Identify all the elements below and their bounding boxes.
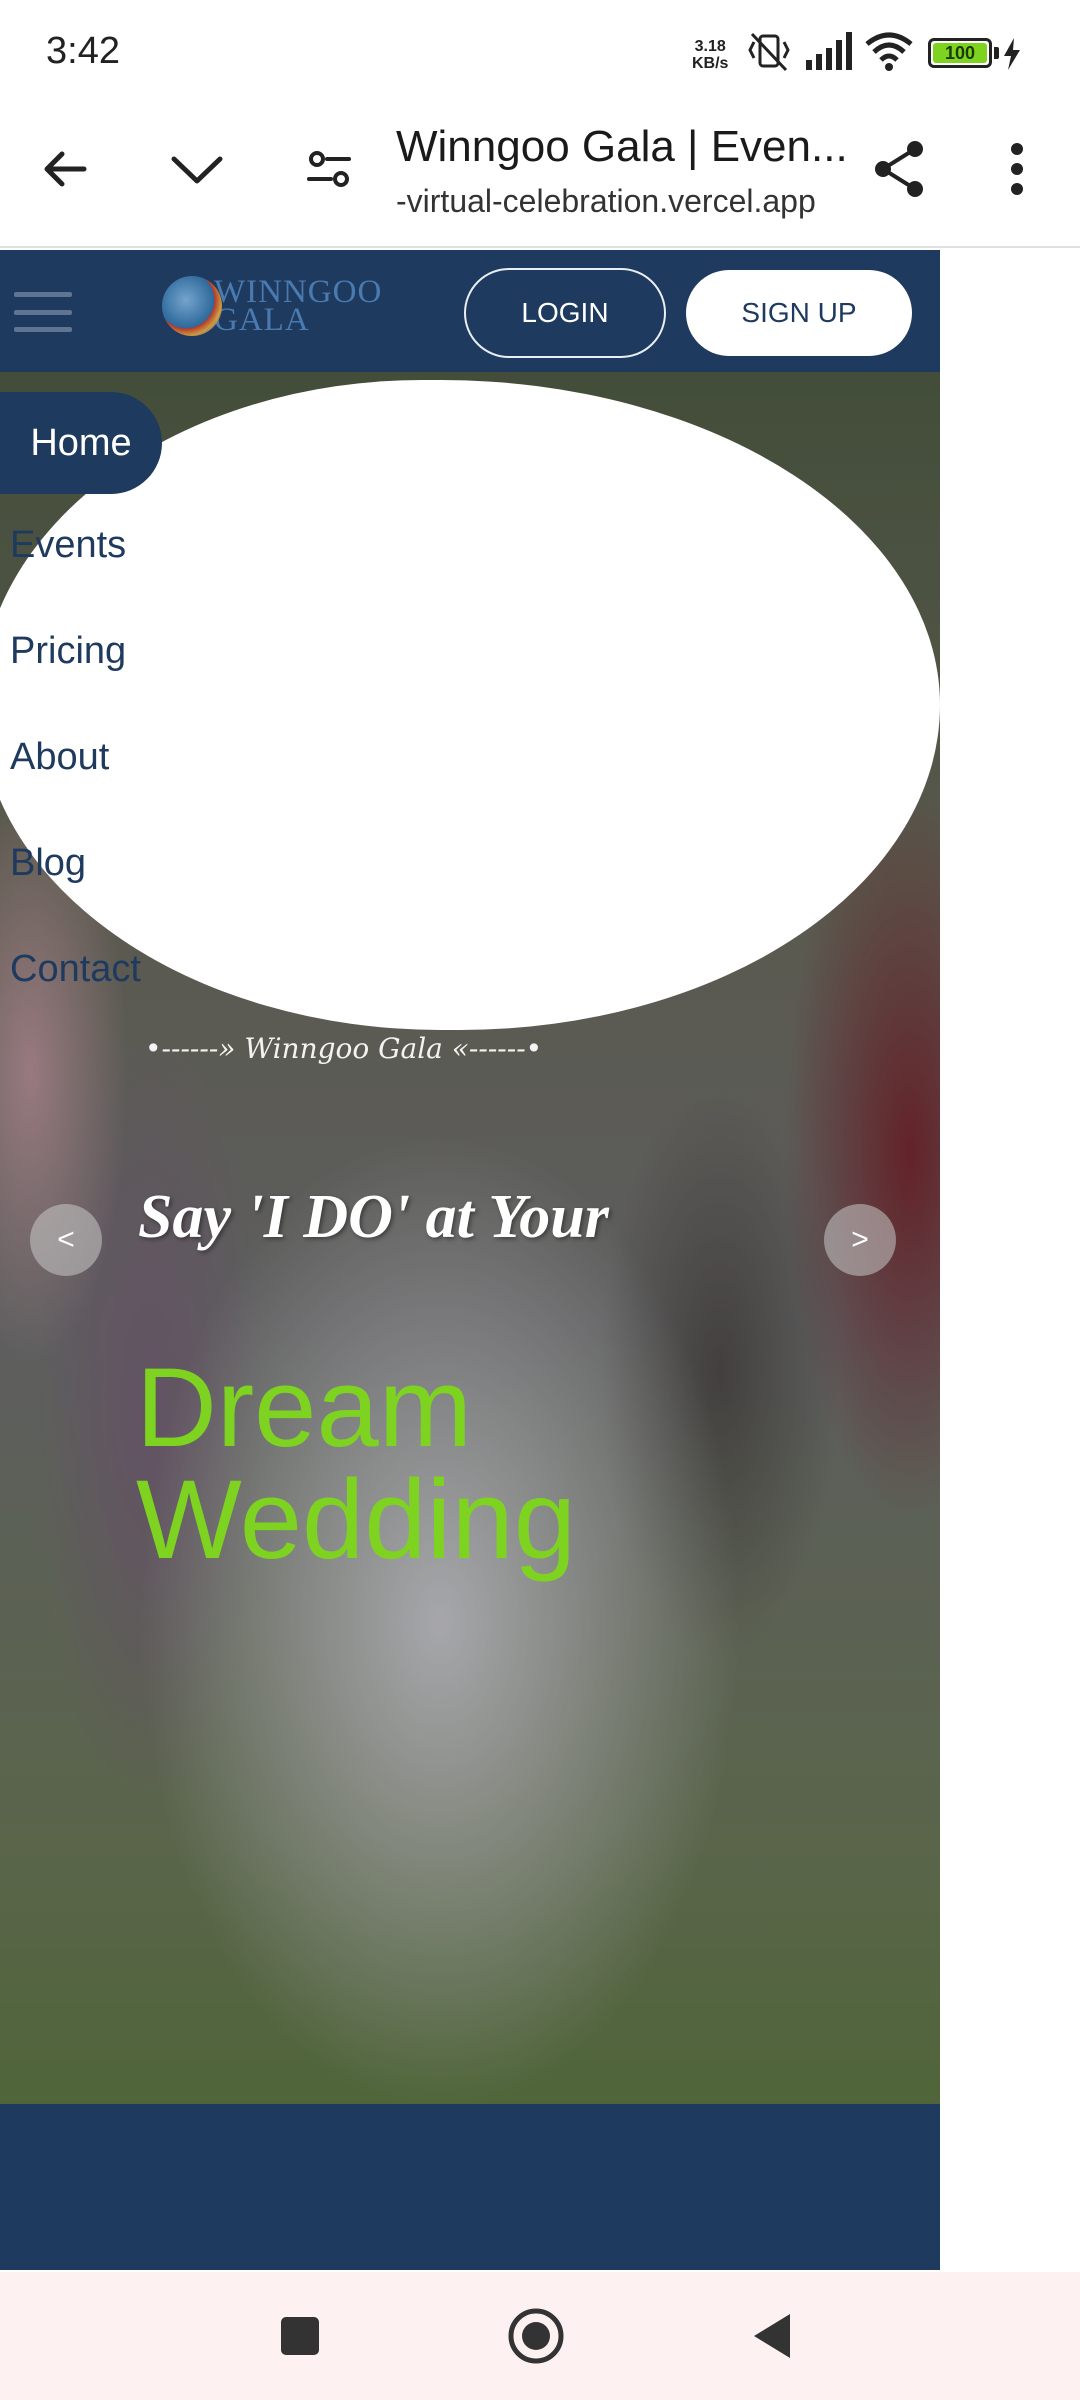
chevron-down-icon — [171, 156, 223, 184]
carousel-prev-button[interactable]: < — [30, 1204, 102, 1276]
back-arrow-icon — [44, 151, 87, 187]
status-bar: 3:42 3.18 KB/s 100 — [0, 0, 1080, 100]
more-options-button[interactable] — [972, 124, 1062, 214]
nav-item-pricing[interactable]: Pricing — [10, 630, 126, 673]
nav-item-events[interactable]: Events — [10, 524, 126, 567]
signup-button[interactable]: SIGN UP — [686, 270, 912, 356]
nav-item-blog[interactable]: Blog — [10, 842, 86, 885]
carousel-next-button[interactable]: > — [824, 1204, 896, 1276]
signal-icon — [806, 32, 852, 70]
hero-headline: Dream Wedding — [136, 1352, 576, 1576]
page-url[interactable]: -virtual-celebration.vercel.app — [396, 183, 816, 220]
share-button[interactable] — [854, 124, 944, 214]
hero-subtitle: Say 'I DO' at Your — [138, 1183, 609, 1251]
square-icon — [281, 2317, 319, 2355]
website-viewport: WINNGOO GALA LOGIN SIGN UP Home Events P… — [0, 250, 940, 2270]
nav-item-home[interactable]: Home — [0, 392, 162, 494]
network-speed-unit: KB/s — [692, 55, 729, 72]
battery-tip — [994, 47, 999, 59]
circle-icon — [508, 2308, 564, 2364]
charging-icon — [1004, 38, 1020, 70]
wifi-icon — [865, 32, 913, 71]
hero-headline-line1: Dream — [136, 1345, 473, 1470]
collapse-button[interactable] — [152, 124, 242, 214]
page-title[interactable]: Winngoo Gala | Even... — [396, 122, 848, 172]
network-speed-value: 3.18 — [694, 38, 726, 55]
globe-logo-icon — [162, 276, 222, 336]
triangle-back-icon — [754, 2314, 790, 2358]
section-strip — [0, 2104, 940, 2270]
vibrate-mute-icon — [748, 32, 790, 72]
nav-item-contact[interactable]: Contact — [10, 948, 141, 991]
home-button[interactable] — [506, 2306, 566, 2366]
site-settings-button[interactable] — [284, 124, 374, 214]
tune-icon — [307, 151, 351, 187]
logo-line2: GALA — [214, 302, 310, 338]
site-logo[interactable]: WINNGOO GALA — [162, 276, 382, 338]
logo-text: WINNGOO GALA — [214, 276, 382, 338]
back-nav-button[interactable] — [742, 2306, 802, 2366]
site-header: WINNGOO GALA LOGIN SIGN UP — [0, 250, 940, 372]
battery-icon: 100 — [928, 38, 992, 68]
more-vert-icon — [1011, 143, 1023, 195]
status-time: 3:42 — [46, 30, 120, 72]
back-button[interactable] — [20, 124, 110, 214]
hero-headline-line2: Wedding — [136, 1457, 577, 1582]
login-button[interactable]: LOGIN — [464, 268, 666, 358]
battery-level: 100 — [933, 43, 987, 63]
network-speed: 3.18 KB/s — [692, 38, 728, 72]
nav-item-about[interactable]: About — [10, 736, 109, 779]
share-icon — [875, 141, 923, 197]
hero-tagline: •------» Winngoo Gala «------• — [145, 1032, 543, 1065]
hero-banner: Home Events Pricing About Blog Contact •… — [0, 372, 940, 2104]
recents-button[interactable] — [270, 2306, 330, 2366]
hamburger-menu-icon[interactable] — [14, 292, 72, 332]
